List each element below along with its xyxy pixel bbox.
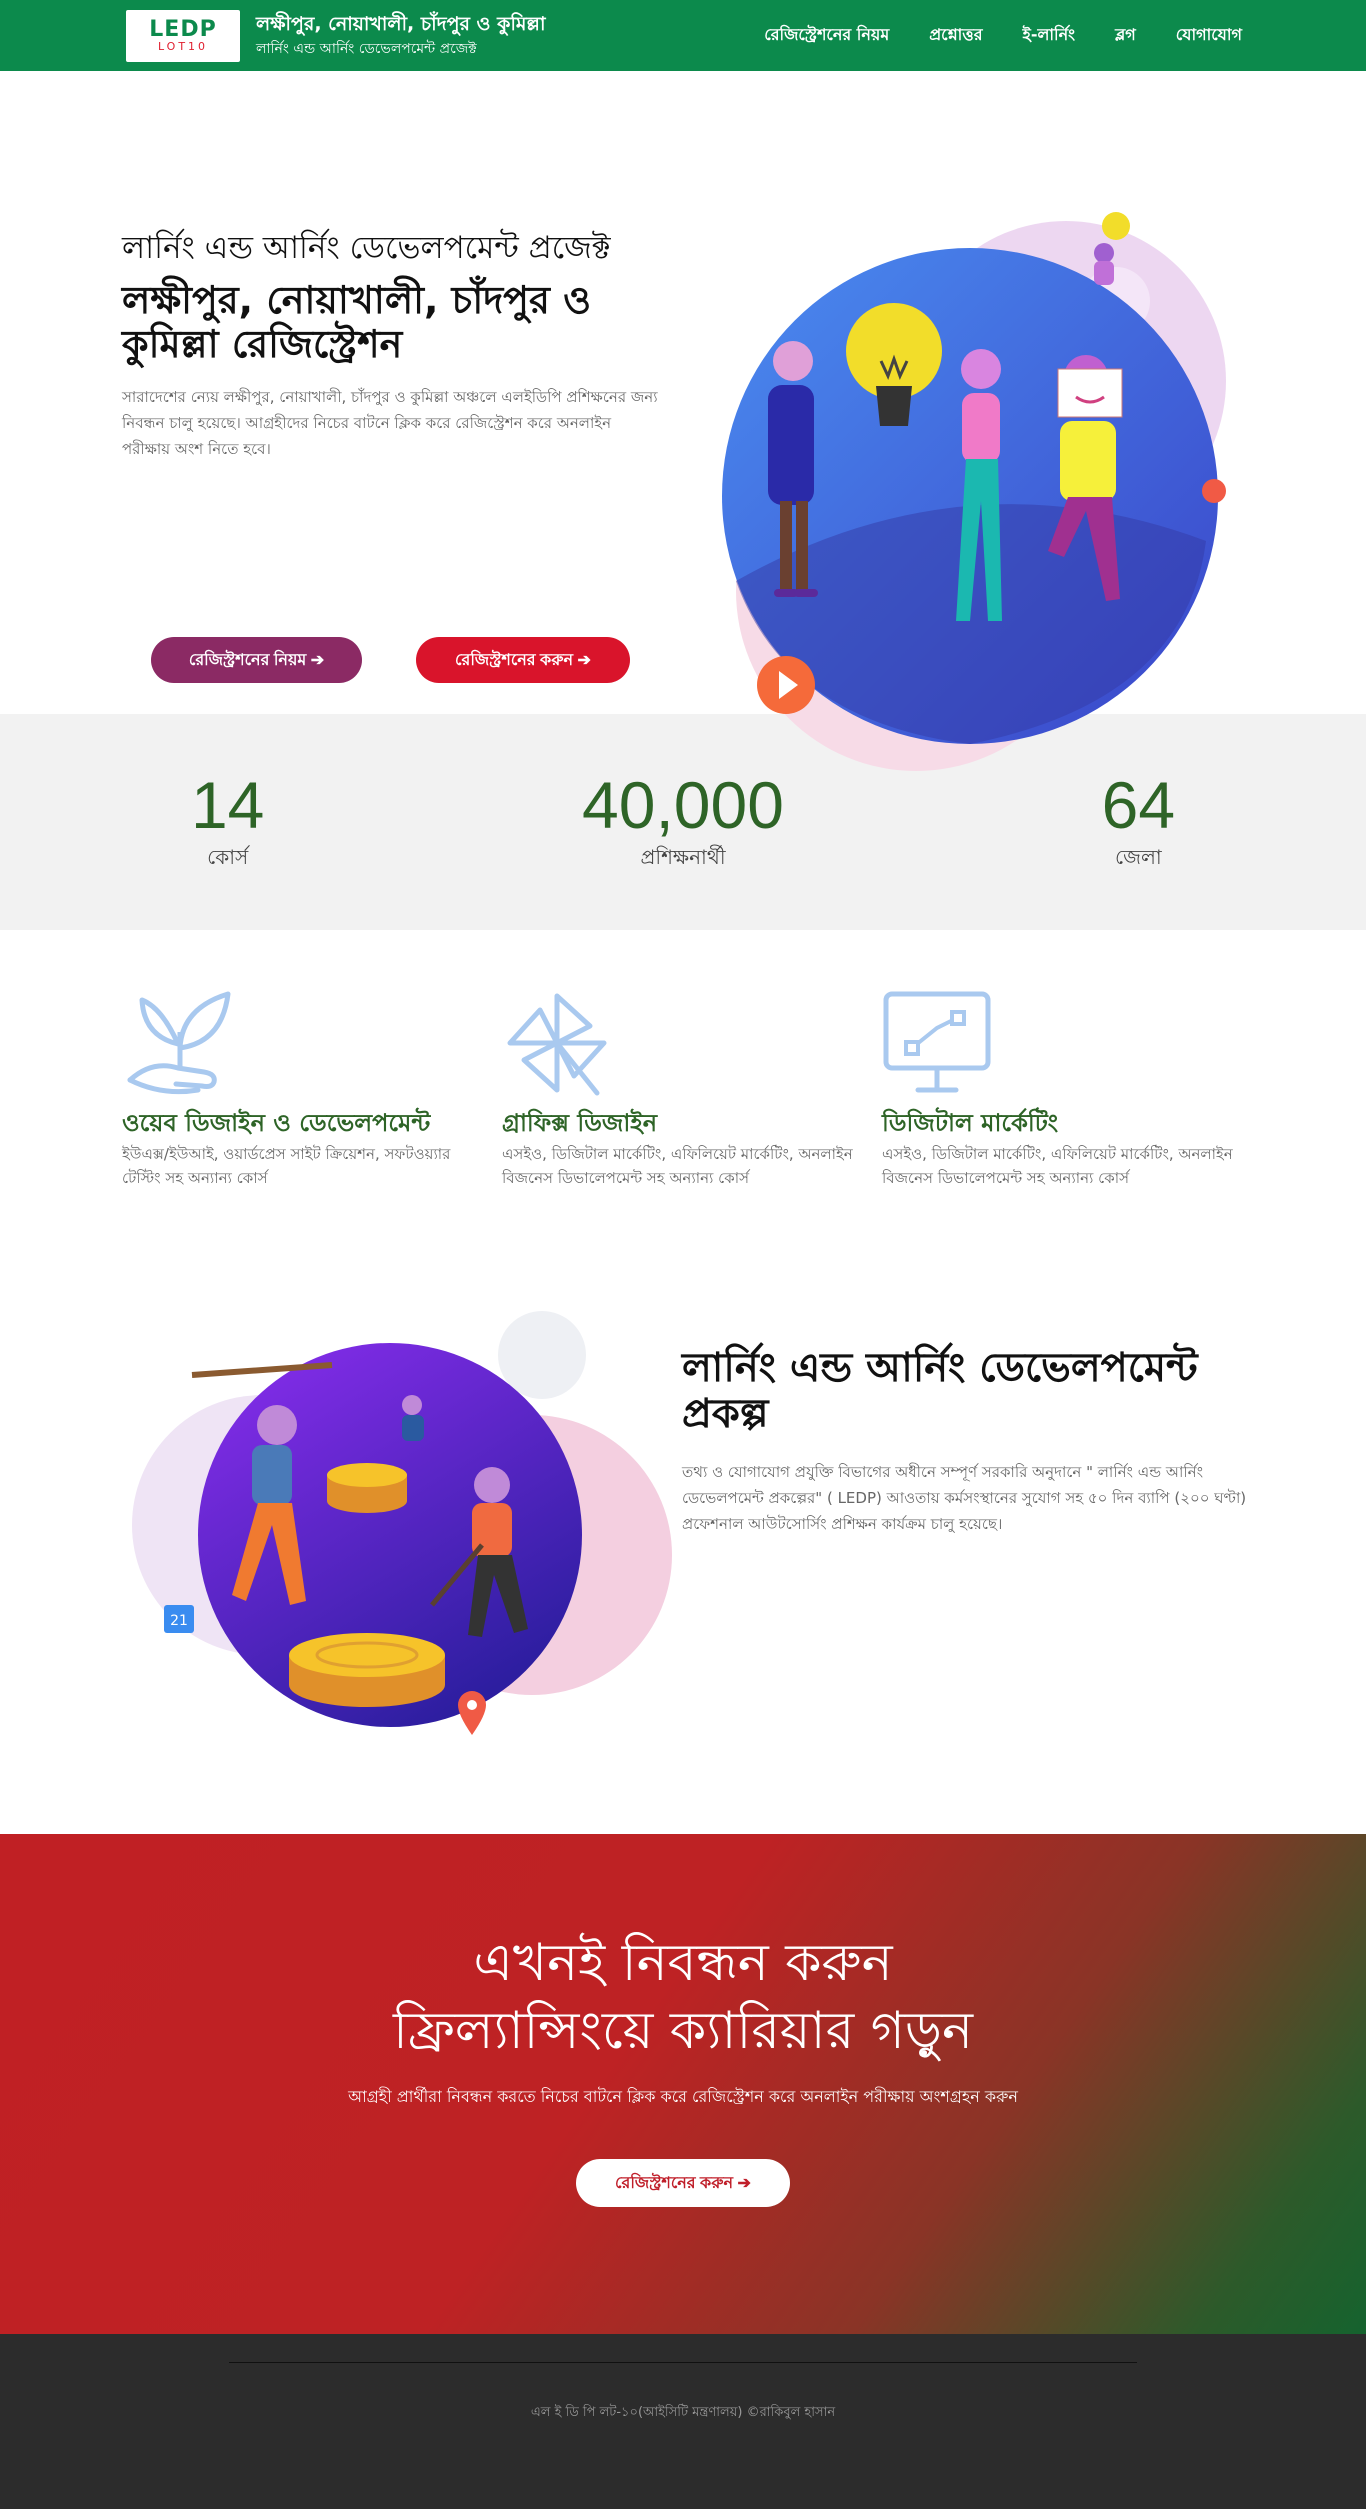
registration-rules-button[interactable]: রেজিস্ট্রশনের নিয়ম ➔ (151, 637, 362, 683)
feature-web-design: ওয়েব ডিজাইন ও ডেভেলপমেন্ট ইউএক্স/ইউআই, … (122, 988, 482, 1190)
hero-section: লার্নিং এন্ড আর্নিং ডেভেলপমেন্ট প্রজেক্ট… (0, 71, 1366, 771)
play-button-icon[interactable] (757, 656, 815, 714)
about-description: তথ্য ও যোগাযোগ প্রযুক্তি বিভাগের অধীনে স… (682, 1463, 1247, 1533)
hero-pre-title: লার্নিং এন্ড আর্নিং ডেভেলপমেন্ট প্রজেক্ট (122, 230, 611, 266)
calendar-number: 21 (170, 1613, 188, 1629)
brand-title[interactable]: লক্ষীপুর, নোয়াখালী, চাঁদপুর ও কুমিল্লা (256, 11, 545, 37)
monitor-chart-icon (883, 991, 991, 1093)
feature-description: ইউএক্স/ইউআই, ওয়ার্ডপ্রেস সাইট ক্রিয়েশন… (122, 1145, 451, 1187)
stat-courses: 14 কোর্স (0, 714, 455, 930)
nav-menu: রেজিস্ট্রেশনের নিয়ম প্রশ্নোত্তর ই-লার্ন… (764, 0, 1242, 71)
nav-link-registration-rules[interactable]: রেজিস্ট্রেশনের নিয়ম (764, 22, 889, 49)
miner-small-figure (402, 1395, 424, 1441)
brand-subtitle: লার্নিং এন্ড আর্নিং ডেভেলপমেন্ট প্রজেক্ট (256, 40, 477, 57)
stat-label: প্রশিক্ষনার্থী (640, 844, 726, 869)
feature-description: এসইও, ডিজিটাল মার্কেটিং, এফিলিয়েট মার্ক… (502, 1145, 853, 1187)
hero-illustration (722, 212, 1226, 771)
navbar: LEDP LOT10 লক্ষীপুর, নোয়াখালী, চাঁদপুর … (0, 0, 1366, 71)
pinwheel-icon (507, 993, 607, 1096)
about-title: লার্নিং এন্ড আর্নিং ডেভেলপমেন্ট প্রকল্প (682, 1345, 1198, 1437)
features-section: ওয়েব ডিজাইন ও ডেভেলপমেন্ট ইউএক্স/ইউআই, … (0, 930, 1366, 1245)
cta-heading-line1: এখনই নিবন্ধন করুন (473, 1933, 893, 1993)
hero-orange-dot (1202, 479, 1226, 503)
nav-link-e-learning[interactable]: ই-লার্নিং (1023, 22, 1076, 49)
feature-title[interactable]: ডিজিটাল মার্কেটিং (882, 1108, 1242, 1138)
hero-description: সারাদেশের ন্যেয় লক্ষীপুর, নোয়াখালী, চা… (122, 388, 658, 458)
stat-label: জেলা (1114, 844, 1162, 869)
cta-section: এখনই নিবন্ধন করুন ফ্রিল্যান্সিংয়ে ক্যার… (0, 1834, 1366, 2334)
cta-description: আগ্রহী প্রার্থীরা নিবন্ধন করতে নিচের বাট… (348, 2087, 1018, 2106)
stat-value: 64 (1101, 767, 1176, 842)
brand-text: লক্ষীপুর, নোয়াখালী, চাঁদপুর ও কুমিল্লা … (256, 11, 545, 61)
stat-label: কোর্স (207, 844, 249, 869)
feature-title[interactable]: গ্রাফিক্স ডিজাইন (502, 1108, 862, 1138)
footer: এল ই ডি পি লট-১০(আইসিটি মন্ত্রণালয়) ©রা… (0, 2334, 1366, 2509)
cta-heading-line2: ফ্রিল্যান্সিংয়ে ক্যারিয়ার গড়ুন (392, 2001, 974, 2061)
coin-stack-icon (289, 1633, 445, 1707)
about-text-block: লার্নিং এন্ড আর্নিং ডেভেলপমেন্ট প্রকল্প … (682, 1345, 1262, 1537)
about-bg-circle-top (498, 1311, 586, 1399)
plant-hand-icon (127, 991, 231, 1095)
feature-digital-marketing: ডিজিটাল মার্কেটিং এসইও, ডিজিটাল মার্কেটি… (882, 988, 1242, 1190)
about-illustration: 21 (132, 1311, 672, 1735)
stat-value: 14 (190, 767, 265, 842)
footer-copyright: এল ই ডি পি লট-১০(আইসিটি মন্ত্রণালয়) ©রা… (530, 2405, 836, 2420)
coin-small-icon (327, 1463, 407, 1513)
register-button[interactable]: রেজিস্ট্রশনের করুন ➔ (416, 637, 630, 683)
logo[interactable]: LEDP LOT10 (126, 9, 240, 62)
map-pin-icon (458, 1691, 486, 1735)
hero-text-block: লার্নিং এন্ড আর্নিং ডেভেলপমেন্ট প্রজেক্ট… (122, 226, 662, 462)
feature-graphics-design: গ্রাফিক্স ডিজাইন এসইও, ডিজিটাল মার্কেটিং… (502, 988, 862, 1190)
nav-link-contact[interactable]: যোগাযোগ (1176, 22, 1242, 49)
hero-title: লক্ষীপুর, নোয়াখালী, চাঁদপুর ও কুমিল্লা … (122, 278, 592, 366)
calendar-icon: 21 (164, 1605, 194, 1633)
nav-link-faq[interactable]: প্রশ্নোত্তর (929, 22, 982, 49)
stat-value: 40,000 (582, 767, 784, 842)
feature-title[interactable]: ওয়েব ডিজাইন ও ডেভেলপমেন্ট (122, 1108, 482, 1138)
cta-register-button[interactable]: রেজিস্ট্রশনের করুন ➔ (576, 2159, 790, 2207)
logo-main-text: LEDP (149, 16, 217, 42)
nav-link-blog[interactable]: ব্লগ (1115, 22, 1136, 49)
footer-divider (229, 2362, 1137, 2363)
logo-sub-text: LOT10 (157, 39, 209, 53)
feature-description: এসইও, ডিজিটাল মার্কেটিং, এফিলিয়েট মার্ক… (882, 1145, 1233, 1187)
